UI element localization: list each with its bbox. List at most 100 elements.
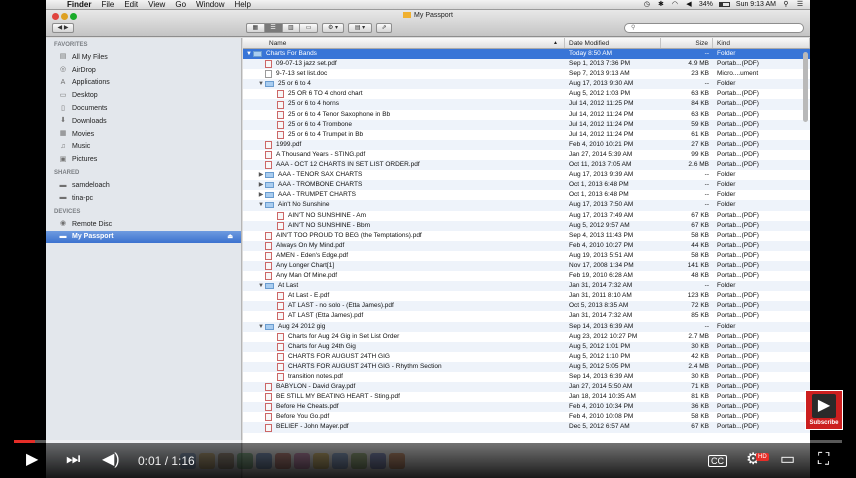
battery-icon[interactable] bbox=[718, 2, 730, 7]
file-row[interactable]: Charts for Aug 24 Gig in Set List Order A… bbox=[243, 332, 810, 342]
file-row[interactable]: BABYLON - David Gray.pdf Jan 27, 2014 5:5… bbox=[243, 382, 810, 393]
disclosure-open-icon[interactable]: ▼ bbox=[257, 281, 265, 291]
sidebar-item-movies[interactable]: ▦ Movies bbox=[46, 128, 241, 141]
wifi-icon[interactable]: ◠ bbox=[671, 1, 679, 8]
theater-mode-icon[interactable]: ▭ bbox=[780, 449, 795, 471]
file-row[interactable]: 25 or 6 to 4 Trumpet in Bb Jul 14, 2012 1… bbox=[243, 130, 810, 140]
file-row[interactable]: Always On My Mind.pdf Feb 4, 2010 10:27 P… bbox=[243, 240, 810, 251]
sidebar-item-downloads[interactable]: ⬇ Downloads bbox=[46, 115, 241, 128]
notification-center-icon[interactable]: ☰ bbox=[796, 1, 804, 8]
sidebar-item-all-my-files[interactable]: ▤ All My Files bbox=[46, 51, 241, 64]
disclosure-closed-icon[interactable]: ▶ bbox=[257, 170, 265, 180]
sidebar-item-samdeloach[interactable]: ▬ samdeloach bbox=[46, 179, 241, 192]
file-row[interactable]: CHARTS FOR AUGUST 24TH GIG Aug 5, 2012 1:… bbox=[243, 352, 810, 362]
view-mode-control[interactable]: ▦ ☰ ▥ ▭ bbox=[246, 23, 318, 33]
column-header-date[interactable]: Date Modified bbox=[565, 38, 661, 48]
folder-row[interactable]: ▼ Aug 24 2012 gig Sep 14, 2013 6:39 AM -- Fo… bbox=[243, 321, 810, 332]
file-row[interactable]: AIN'T TOO PROUD TO BEG (the Temptations)… bbox=[243, 231, 810, 241]
file-row[interactable]: AIN'T NO SUNSHINE - Bbm Aug 5, 2012 9:57 … bbox=[243, 220, 810, 231]
disclosure-closed-icon[interactable]: ▶ bbox=[257, 180, 265, 190]
volume-icon[interactable]: ◀) bbox=[102, 449, 120, 471]
name-cell: AT LAST - no solo - (Etta James).pdf bbox=[243, 301, 565, 311]
play-icon[interactable]: ▶ bbox=[26, 449, 38, 471]
cover-flow-button[interactable]: ▭ bbox=[300, 24, 317, 32]
sidebar-item-pictures[interactable]: ▣ Pictures bbox=[46, 153, 241, 166]
sidebar-item-remote-disc[interactable]: ◉ Remote Disc bbox=[46, 218, 241, 231]
fullscreen-icon[interactable]: ⛶ bbox=[818, 449, 829, 471]
file-row[interactable]: 25 or 6 to 4 Trombone Jul 14, 2012 11:24 … bbox=[243, 119, 810, 130]
battery-percent[interactable]: 34% bbox=[699, 1, 713, 8]
date-cell: Aug 19, 2013 5:51 AM bbox=[569, 251, 634, 259]
bluetooth-icon[interactable]: ✱ bbox=[657, 1, 665, 8]
sidebar-item-airdrop[interactable]: ◎ AirDrop bbox=[46, 64, 241, 77]
icon-view-button[interactable]: ▦ bbox=[247, 24, 265, 32]
folder-row[interactable]: ▼ Ain't No Sunshine Aug 17, 2013 7:50 AM --… bbox=[243, 200, 810, 211]
vertical-scrollbar[interactable] bbox=[803, 52, 808, 122]
file-row[interactable]: 25 or 6 to 4 Tenor Saxophone in Bb Jul 14… bbox=[243, 110, 810, 120]
file-row[interactable]: 25 OR 6 TO 4 chord chart Aug 5, 2012 1:03… bbox=[243, 89, 810, 99]
file-row[interactable]: AMEN - Eden's Edge.pdf Aug 19, 2013 5:51 … bbox=[243, 251, 810, 261]
file-row[interactable]: Any Longer Chart[1] Nov 17, 2008 1:34 PM 1… bbox=[243, 260, 810, 272]
column-header-name[interactable]: Name ▲ bbox=[243, 38, 565, 48]
menu-help[interactable]: Help bbox=[234, 0, 250, 9]
disclosure-open-icon[interactable]: ▼ bbox=[257, 322, 265, 332]
subscribe-button[interactable]: ▶ Subscribe bbox=[805, 390, 843, 430]
back-forward-buttons[interactable]: ◀ ▶ bbox=[52, 23, 74, 33]
folder-row[interactable]: ▶ AAA - TROMBONE CHARTS Oct 1, 2013 6:48 P… bbox=[243, 180, 810, 191]
folder-row[interactable]: ▼ At Last Jan 31, 2014 7:32 AM -- Folder bbox=[243, 281, 810, 292]
sidebar-item-music[interactable]: ♫ Music bbox=[46, 141, 241, 154]
time-machine-icon[interactable]: ◷ bbox=[643, 1, 651, 8]
folder-row[interactable]: ▼ 25 or 6 to 4 Aug 17, 2013 9:30 AM -- Folde… bbox=[243, 79, 810, 90]
arrange-button[interactable]: ▤ ▾ bbox=[348, 23, 372, 33]
file-row[interactable]: 09-07-13 jazz set.pdf Sep 1, 2013 7:36 PM… bbox=[243, 59, 810, 70]
column-view-button[interactable]: ▥ bbox=[283, 24, 301, 32]
folder-row[interactable]: ▶ AAA - TENOR SAX CHARTS Aug 17, 2013 9:39… bbox=[243, 170, 810, 180]
disclosure-open-icon[interactable]: ▼ bbox=[245, 49, 253, 59]
file-row[interactable]: BELIEF - John Mayer.pdf Dec 5, 2012 6:57 … bbox=[243, 422, 810, 433]
search-input[interactable]: ⚲ bbox=[624, 23, 804, 33]
captions-button[interactable]: CC bbox=[708, 455, 727, 467]
list-view-button[interactable]: ☰ bbox=[264, 24, 283, 32]
column-header-size[interactable]: Size bbox=[661, 38, 713, 48]
menu-view[interactable]: View bbox=[148, 0, 165, 9]
volume-icon[interactable]: ◀ bbox=[685, 1, 693, 8]
file-row[interactable]: AT LAST - no solo - (Etta James).pdf Oct … bbox=[243, 301, 810, 312]
file-row[interactable]: A Thousand Years - STING.pdf Jan 27, 2014… bbox=[243, 150, 810, 160]
file-row[interactable]: AT LAST (Etta James).pdf Jan 31, 2014 7:3… bbox=[243, 311, 810, 321]
menu-clock[interactable]: Sun 9:13 AM bbox=[736, 1, 776, 8]
next-video-icon[interactable]: ⏭ bbox=[66, 449, 80, 471]
file-row[interactable]: Any Man Of Mine.pdf Feb 19, 2010 6:28 AM 4… bbox=[243, 271, 810, 281]
column-header-kind[interactable]: Kind bbox=[713, 38, 810, 48]
sidebar-item-desktop[interactable]: ▭ Desktop bbox=[46, 89, 241, 102]
sidebar-item-documents[interactable]: ▯ Documents bbox=[46, 102, 241, 115]
disclosure-open-icon[interactable]: ▼ bbox=[257, 79, 265, 89]
menu-finder[interactable]: Finder bbox=[67, 0, 91, 9]
file-row[interactable]: At Last - E.pdf Jan 31, 2011 8:10 AM 123 K… bbox=[243, 291, 810, 301]
file-row[interactable]: Before You Go.pdf Feb 4, 2010 10:08 PM 58 … bbox=[243, 412, 810, 422]
file-row[interactable]: AIN'T NO SUNSHINE - Am Aug 17, 2013 7:49 … bbox=[243, 211, 810, 221]
share-button[interactable]: ⇗ bbox=[376, 23, 392, 33]
file-row[interactable]: Charts for Aug 24th Gig Aug 5, 2012 1:01 … bbox=[243, 341, 810, 352]
menu-edit[interactable]: Edit bbox=[124, 0, 138, 9]
file-row[interactable]: Before He Cheats.pdf Feb 4, 2010 10:34 PM… bbox=[243, 402, 810, 413]
spotlight-icon[interactable]: ⚲ bbox=[782, 1, 790, 8]
menu-go[interactable]: Go bbox=[175, 0, 186, 9]
sidebar-item-my-passport[interactable]: ▬ My Passport ⏏ bbox=[46, 230, 241, 244]
sidebar-item-tina-pc[interactable]: ▬ tina-pc bbox=[46, 192, 241, 205]
file-row[interactable]: 1999.pdf Feb 4, 2010 10:21 PM 27 KB Portab.… bbox=[243, 139, 810, 150]
disclosure-closed-icon[interactable]: ▶ bbox=[257, 190, 265, 200]
file-row[interactable]: CHARTS FOR AUGUST 24TH GIG - Rhythm Sect… bbox=[243, 361, 810, 372]
folder-row[interactable]: ▶ AAA - TRUMPET CHARTS Oct 1, 2013 6:48 PM… bbox=[243, 190, 810, 200]
file-row[interactable]: 25 or 6 to 4 horns Jul 14, 2012 11:25 PM 8… bbox=[243, 99, 810, 110]
folder-row[interactable]: ▼ Charts For Bands Today 8:50 AM -- Folder bbox=[243, 49, 810, 60]
sidebar-item-applications[interactable]: A Applications bbox=[46, 77, 241, 90]
file-row[interactable]: transition notes.pdf Sep 14, 2013 6:39 AM… bbox=[243, 372, 810, 382]
file-row[interactable]: BE STILL MY BEATING HEART - Sting.pdf Jan… bbox=[243, 392, 810, 402]
file-row[interactable]: AAA - OCT 12 CHARTS IN SET LIST ORDER.pd… bbox=[243, 160, 810, 171]
action-gear-button[interactable]: ⚙ ▾ bbox=[322, 23, 344, 33]
menu-window[interactable]: Window bbox=[196, 0, 224, 9]
disclosure-open-icon[interactable]: ▼ bbox=[257, 200, 265, 210]
menu-file[interactable]: File bbox=[101, 0, 114, 9]
eject-icon[interactable]: ⏏ bbox=[227, 233, 233, 240]
file-row[interactable]: 9-7-13 set list.doc Sep 7, 2013 9:13 AM 23… bbox=[243, 69, 810, 79]
